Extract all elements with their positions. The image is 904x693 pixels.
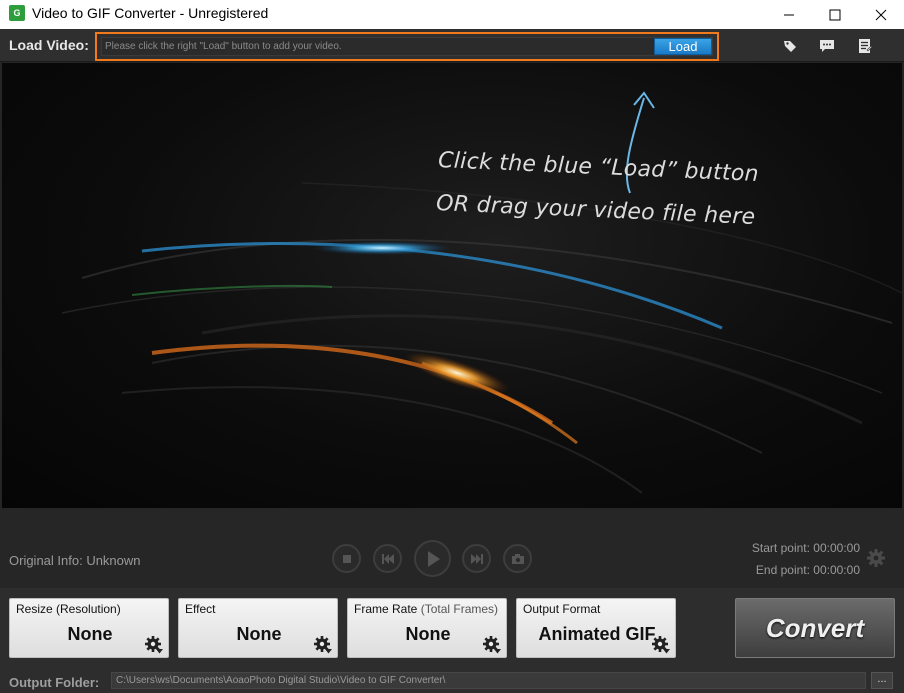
stop-icon	[342, 554, 351, 563]
resize-title: Resize (Resolution)	[16, 602, 121, 616]
frame-rate-option[interactable]: Frame Rate (Total Frames) None	[347, 598, 507, 658]
chat-icon[interactable]	[818, 37, 836, 55]
app-window: G Video to GIF Converter - Unregistered …	[0, 0, 904, 693]
output-format-option[interactable]: Output Format Animated GIF	[516, 598, 676, 658]
trim-settings-gear-icon[interactable]	[866, 548, 886, 568]
notes-icon[interactable]	[856, 37, 874, 55]
snapshot-icon	[511, 553, 524, 564]
end-point: End point: 00:00:00	[755, 563, 860, 577]
previous-frame-icon	[381, 553, 394, 564]
playback-controls: Original Info: Unknown Start point: 00:0…	[0, 508, 904, 588]
output-format-settings-gear-icon[interactable]	[651, 635, 671, 655]
resize-option[interactable]: Resize (Resolution) None	[9, 598, 169, 658]
frame-rate-title-sub: (Total Frames)	[420, 602, 499, 616]
original-info: Original Info: Unknown	[9, 553, 141, 568]
stop-button[interactable]	[332, 544, 361, 573]
resize-settings-gear-icon[interactable]	[144, 635, 164, 655]
effect-option[interactable]: Effect None	[178, 598, 338, 658]
effect-title: Effect	[185, 602, 216, 616]
video-preview-area[interactable]: Click the blue “Load” button OR drag you…	[2, 63, 902, 508]
output-folder-path[interactable]: C:\Users\ws\Documents\AoaoPhoto Digital …	[111, 672, 866, 689]
play-button[interactable]	[414, 540, 451, 577]
play-icon	[427, 550, 440, 567]
options-panel: Resize (Resolution) None Effect None Fra…	[0, 588, 904, 668]
effect-settings-gear-icon[interactable]	[313, 635, 333, 655]
browse-folder-button[interactable]: ...	[871, 672, 893, 689]
minimize-button[interactable]	[766, 0, 812, 29]
load-button[interactable]: Load	[654, 38, 712, 55]
frame-rate-settings-gear-icon[interactable]	[482, 635, 502, 655]
next-frame-icon	[470, 553, 483, 564]
window-title: Video to GIF Converter - Unregistered	[32, 5, 269, 21]
light-streaks-graphic	[61, 91, 902, 494]
frame-rate-title-main: Frame Rate	[354, 602, 418, 616]
app-logo-icon: G	[9, 5, 25, 21]
close-button[interactable]	[858, 0, 904, 29]
video-path-input[interactable]	[101, 37, 713, 56]
next-frame-button[interactable]	[462, 544, 491, 573]
title-bar: G Video to GIF Converter - Unregistered	[0, 0, 904, 29]
minimize-icon	[784, 14, 794, 15]
maximize-button[interactable]	[812, 0, 858, 29]
output-folder-bar: Output Folder: C:\Users\ws\Documents\Aoa…	[0, 668, 904, 693]
frame-rate-title: Frame Rate (Total Frames)	[354, 602, 498, 616]
start-point: Start point: 00:00:00	[751, 541, 860, 555]
load-video-label: Load Video:	[9, 37, 89, 53]
maximize-icon	[829, 9, 841, 20]
tag-icon[interactable]	[781, 37, 799, 55]
output-format-title: Output Format	[523, 602, 601, 616]
convert-button[interactable]: Convert	[735, 598, 895, 658]
output-folder-label: Output Folder:	[9, 675, 100, 690]
close-icon	[875, 9, 887, 20]
previous-frame-button[interactable]	[373, 544, 402, 573]
snapshot-button[interactable]	[503, 544, 532, 573]
load-video-highlight: Load	[95, 32, 719, 61]
load-video-bar: Load Video: Load	[0, 29, 904, 62]
